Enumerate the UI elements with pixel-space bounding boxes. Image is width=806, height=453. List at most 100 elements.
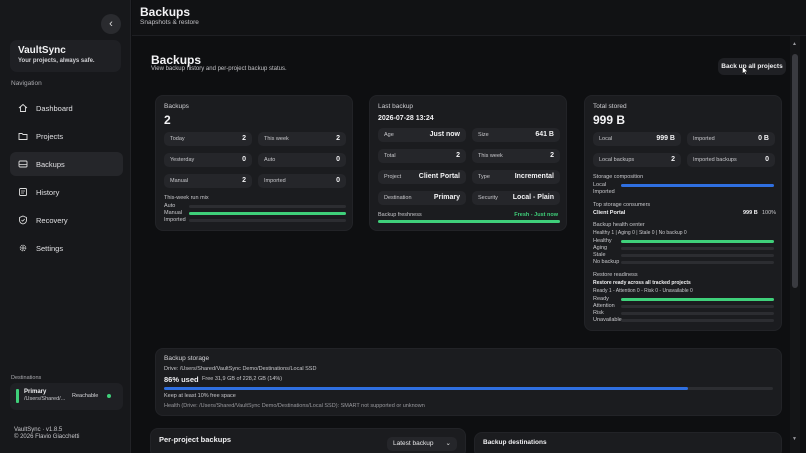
- stat-value: 0: [765, 156, 769, 163]
- health-summary: Healthy 1 | Aging 0 | Stale 0 | No backu…: [593, 230, 687, 236]
- last-backup-label: Last backup: [378, 103, 414, 110]
- mix-label: Imported: [164, 217, 186, 223]
- nav-title: Navigation: [11, 80, 42, 87]
- backup-destinations-card: Backup destinations: [474, 432, 782, 453]
- stat-value: Just now: [429, 131, 460, 138]
- stat-auto: Auto 0: [258, 153, 346, 167]
- scroll-thumb[interactable]: [792, 54, 798, 288]
- stat-key: Imported backups: [693, 157, 737, 163]
- composition-label: Local: [593, 182, 607, 188]
- scroll-down-icon[interactable]: ▼: [792, 436, 797, 442]
- sidebar: ‹ VaultSync Your projects, always safe. …: [0, 0, 131, 453]
- chevron-down-icon: ⌄: [445, 440, 451, 447]
- destination-name: Primary: [24, 389, 47, 395]
- mouse-cursor-icon: [742, 66, 748, 75]
- backup-destinations-title: Backup destinations: [483, 439, 547, 446]
- gear-icon: [18, 243, 28, 253]
- stat-value: 0 B: [758, 135, 769, 142]
- stat-type: Type Incremental: [472, 170, 560, 184]
- health-bar: [621, 254, 774, 257]
- collapse-sidebar-button[interactable]: ‹: [101, 14, 121, 34]
- sidebar-item-projects[interactable]: Projects: [10, 124, 123, 148]
- storage-title: Backup storage: [164, 355, 210, 362]
- stat-value: Local - Plain: [512, 194, 554, 201]
- sidebar-item-dashboard[interactable]: Dashboard: [10, 96, 123, 120]
- backups-count: 2: [164, 113, 171, 127]
- status-dot: [107, 394, 111, 398]
- stat-key: Imported: [693, 136, 715, 142]
- sidebar-item-settings[interactable]: Settings: [10, 236, 123, 260]
- restore-bar-fill: [621, 298, 774, 301]
- storage-used: 86% used: [164, 375, 199, 384]
- stat-key: Imported: [264, 178, 286, 184]
- stat-value: 0: [336, 156, 340, 163]
- backup-storage-card: Backup storage Drive: /Users/Shared/Vaul…: [155, 348, 782, 416]
- mix-bar-fill: [189, 212, 346, 215]
- health-title: Backup health center: [593, 222, 645, 228]
- scrollbar[interactable]: ▲ ▼: [790, 36, 800, 453]
- sidebar-item-label: History: [36, 187, 60, 197]
- sidebar-item-label: Projects: [36, 131, 64, 141]
- stat-key: Auto: [264, 157, 276, 163]
- destination-status: Reachable: [72, 393, 99, 399]
- health-bar: [621, 247, 774, 250]
- sort-select[interactable]: Latest backup ⌄: [387, 437, 457, 451]
- restore-bar: [621, 319, 774, 322]
- destinations-title: Destinations: [11, 375, 42, 381]
- mix-bar: [189, 219, 346, 222]
- sidebar-item-backups[interactable]: Backups: [10, 152, 123, 176]
- consumer-percent: 100%: [762, 210, 777, 216]
- health-bar: [621, 240, 774, 243]
- drive-icon: [18, 159, 28, 169]
- stat-key: Project: [384, 174, 402, 180]
- restore-bar: [621, 298, 774, 301]
- stat-yesterday: Yesterday 0: [164, 153, 252, 167]
- stat-key: Yesterday: [170, 157, 195, 163]
- restore-headline: Restore ready across all tracked project…: [593, 280, 691, 286]
- chevron-left-icon: ‹: [109, 18, 113, 30]
- backup-all-button[interactable]: Back up all projects: [718, 58, 786, 75]
- storage-free: Free 31,9 GB of 228,2 GB (14%): [202, 376, 283, 382]
- sidebar-item-label: Dashboard: [36, 103, 73, 113]
- stat-today: Today 2: [164, 132, 252, 146]
- consumer-name: Client Portal: [593, 210, 626, 216]
- sidebar-item-label: Recovery: [36, 215, 68, 225]
- stat-this-week: This week 2: [258, 132, 346, 146]
- stat-value: 2: [242, 177, 246, 184]
- destination-indicator: [16, 389, 19, 403]
- stat-value: 2: [336, 135, 340, 142]
- stat-key: Local: [599, 136, 613, 142]
- brand-card: VaultSync Your projects, always safe.: [10, 40, 121, 72]
- header-subtitle: Snapshots & restore: [140, 19, 199, 26]
- consumers-title: Top storage consumers: [593, 202, 651, 208]
- stat-key: Today: [170, 136, 185, 142]
- app-version: VaultSync · v1.8.5: [14, 427, 63, 433]
- composition-bar-fill: [621, 184, 774, 187]
- consumer-size: 999 B: [743, 210, 758, 216]
- history-icon: [18, 187, 28, 197]
- restore-summary: Ready 1 - Attention 0 - Risk 0 - Unavail…: [593, 288, 693, 294]
- scroll-up-icon[interactable]: ▲: [792, 41, 797, 47]
- sort-select-value: Latest backup: [393, 440, 434, 447]
- health-label: Aging: [593, 245, 608, 251]
- stat-destination: Destination Primary: [378, 191, 466, 205]
- top-bar: Backups Snapshots & restore: [132, 0, 806, 36]
- sidebar-item-history[interactable]: History: [10, 180, 123, 204]
- sidebar-item-recovery[interactable]: Recovery: [10, 208, 123, 232]
- home-icon: [18, 103, 28, 113]
- stat-key: This week: [478, 153, 503, 159]
- app-name: VaultSync: [18, 45, 66, 56]
- stat-size: Size 641 B: [472, 128, 560, 142]
- sidebar-item-label: Backups: [36, 159, 65, 169]
- health-label: Healthy: [593, 238, 612, 244]
- sidebar-item-label: Settings: [36, 243, 64, 253]
- stat-local-backups: Local backups 2: [593, 153, 681, 167]
- stat-value: 641 B: [535, 131, 554, 138]
- destination-primary[interactable]: Primary /Users/Shared/... Reachable: [10, 383, 123, 410]
- last-backup-time: 2026-07-28 13:24: [378, 115, 434, 122]
- last-backup-card: Last backup 2026-07-28 13:24 Age Just no…: [369, 95, 567, 231]
- restore-bar: [621, 312, 774, 315]
- health-bar: [621, 261, 774, 264]
- total-stored-value: 999 B: [593, 113, 626, 127]
- stat-key: Local backups: [599, 157, 635, 163]
